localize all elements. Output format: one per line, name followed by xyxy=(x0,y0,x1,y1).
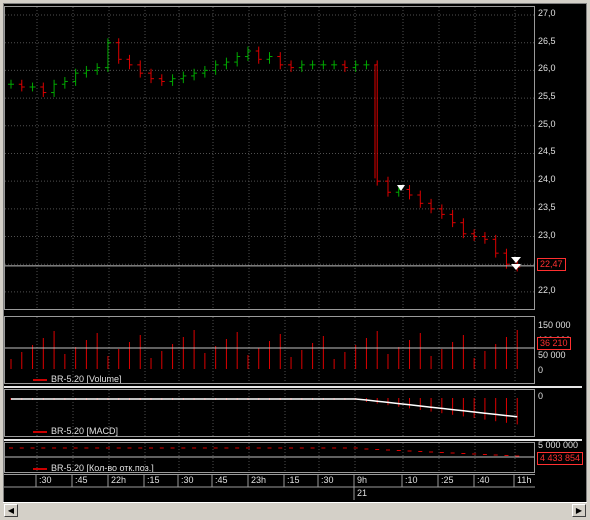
legend-swatch xyxy=(33,430,47,433)
oi-tick-label: 5 000 000 xyxy=(538,440,579,450)
macd-legend-text: BR-5.20 [MACD] xyxy=(51,426,119,436)
time-tick-label: :45 xyxy=(75,475,88,485)
price-tick-label: 25,5 xyxy=(538,91,556,102)
price-tick-label: 24,5 xyxy=(538,146,556,157)
price-tick-label: 26,5 xyxy=(538,35,556,46)
price-tick-label: 27,0 xyxy=(538,8,556,18)
time-tick-label: 23h xyxy=(251,475,267,485)
time-tick-label: 22h xyxy=(111,475,127,485)
macd-tick-label: 0 xyxy=(538,391,544,401)
date-label: 21 xyxy=(357,488,368,498)
panel-separator[interactable] xyxy=(4,439,582,441)
time-tick-label: :25 xyxy=(441,475,454,485)
sell-marker-icon xyxy=(397,185,405,191)
current-volume-label: 36 210 xyxy=(537,337,571,350)
horizontal-scrollbar[interactable]: ◀ ▶ xyxy=(3,502,587,518)
price-tick-label: 23,0 xyxy=(538,229,556,240)
oi-legend: BR-5.20 [Кол-во отк.поз.] xyxy=(33,463,154,473)
scroll-left-button[interactable]: ◀ xyxy=(4,504,18,517)
volume-axis: 150 000100 00050 0000 xyxy=(535,316,581,384)
price-panel[interactable] xyxy=(4,6,535,310)
time-tick-label: 9h xyxy=(357,475,368,485)
volume-tick-label: 0 xyxy=(538,365,544,375)
time-tick-label: :30 xyxy=(321,475,334,485)
time-tick-label: :45 xyxy=(215,475,228,485)
macd-axis: 0 xyxy=(535,389,581,437)
volume-panel[interactable]: BR-5.20 [Volume] xyxy=(4,316,535,384)
price-tick-label: 23,5 xyxy=(538,201,556,212)
panel-separator[interactable] xyxy=(4,386,582,388)
price-tick-label: 24,0 xyxy=(538,174,556,185)
macd-legend: BR-5.20 [MACD] xyxy=(33,426,118,436)
legend-swatch xyxy=(33,378,47,381)
time-tick-label: :15 xyxy=(147,475,160,485)
price-tick-label: 26,0 xyxy=(538,63,556,74)
scroll-right-button[interactable]: ▶ xyxy=(572,504,586,517)
time-tick-label: :10 xyxy=(405,475,418,485)
legend-swatch xyxy=(33,467,47,470)
volume-tick-label: 50 000 xyxy=(538,350,566,360)
current-price-label: 22,47 xyxy=(537,258,566,271)
volume-tick-label: 150 000 xyxy=(538,320,571,330)
volume-legend: BR-5.20 [Volume] xyxy=(33,374,122,384)
time-axis: :30 :45 22h :15 :30 :45 23h :15 :30 9h :10 :25 :40 11… xyxy=(4,474,582,500)
macd-panel[interactable]: BR-5.20 [MACD] xyxy=(4,389,535,437)
price-tick-label: 22,0 xyxy=(538,284,556,295)
time-tick-label: :30 xyxy=(39,475,52,485)
open-interest-panel[interactable]: BR-5.20 [Кол-во отк.поз.] xyxy=(4,442,535,473)
price-tick-label: 25,0 xyxy=(538,118,556,129)
time-tick-label: :40 xyxy=(477,475,490,485)
macd-signal-line xyxy=(11,398,518,418)
price-chart[interactable] xyxy=(5,7,535,310)
sell-marker-icon xyxy=(511,257,521,263)
current-oi-label: 4 433 854 xyxy=(537,452,584,465)
time-tick-label: :15 xyxy=(287,475,300,485)
time-tick-label: 11h xyxy=(517,475,532,485)
volume-legend-text: BR-5.20 [Volume] xyxy=(51,374,122,384)
oi-legend-text: BR-5.20 [Кол-во отк.поз.] xyxy=(51,463,154,473)
time-tick-label: :30 xyxy=(181,475,194,485)
